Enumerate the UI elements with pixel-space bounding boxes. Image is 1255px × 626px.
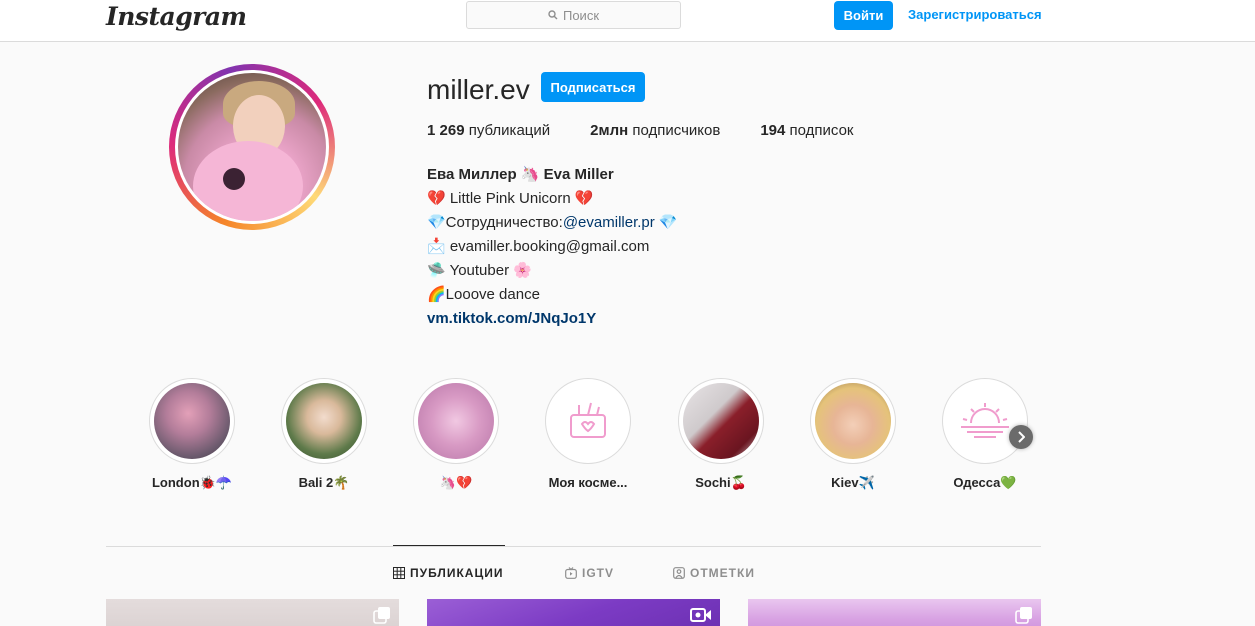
follow-button[interactable]: Подписаться <box>541 72 645 102</box>
story-highlight[interactable]: Bali 2🌴 <box>281 378 367 491</box>
story-highlight[interactable]: 🦄💔 <box>413 378 499 491</box>
highlight-label: Одесса💚 <box>953 475 1017 490</box>
tab-tagged[interactable]: ОТМЕТКИ <box>673 566 755 580</box>
carousel-icon <box>373 607 390 624</box>
full-name: Ева Миллер 🦄 Eva Miller <box>427 166 614 183</box>
mention-link[interactable]: @evamiller.pr <box>563 214 655 231</box>
bio-line: 🌈Looove dance <box>427 286 540 303</box>
avatar-photo <box>178 73 326 221</box>
top-navigation-bar: Instagram Поиск Войти Зарегистрироваться <box>0 0 1255 42</box>
posts-count: 1 269 публикаций <box>427 122 551 139</box>
search-input[interactable]: Поиск <box>466 1 681 29</box>
login-button[interactable]: Войти <box>834 1 893 30</box>
search-placeholder: Поиск <box>562 7 600 23</box>
profile-bio: Ева Миллер 🦄 Eva Miller 💔 Little Pink Un… <box>427 163 678 331</box>
highlight-label: London🐞☂️ <box>151 475 233 490</box>
active-tab-indicator <box>393 545 505 546</box>
highlight-label: Kiev✈️ <box>831 475 875 490</box>
search-icon <box>548 10 558 20</box>
external-link[interactable]: vm.tiktok.com/JNqJo1Y <box>427 307 678 331</box>
post-thumbnail[interactable] <box>748 599 1041 626</box>
bio-line: 💎Сотрудничество:@evamiller.pr 💎 <box>427 214 678 231</box>
bio-line: 💔 Little Pink Unicorn 💔 <box>427 190 594 207</box>
post-thumbnail[interactable] <box>427 599 720 626</box>
highlight-cover <box>286 383 362 459</box>
profile-username: miller.ev <box>427 74 530 105</box>
tab-posts[interactable]: ПУБЛИКАЦИИ <box>393 566 503 580</box>
next-highlights-button[interactable] <box>1009 425 1033 449</box>
highlight-cover <box>815 383 891 459</box>
tagged-icon <box>673 567 685 579</box>
igtv-icon <box>565 567 577 579</box>
highlight-cover <box>418 383 494 459</box>
story-highlight[interactable]: Kiev✈️ <box>810 378 896 491</box>
chevron-right-icon <box>1018 431 1025 443</box>
instagram-logo[interactable]: Instagram <box>106 2 247 31</box>
highlight-label: Моя косме... <box>548 475 628 490</box>
profile-avatar[interactable] <box>169 64 335 230</box>
highlight-label: 🦄💔 <box>439 475 473 490</box>
story-highlight[interactable]: Sochi🍒 <box>678 378 764 491</box>
followers-count[interactable]: 2млн подписчиков <box>590 122 720 139</box>
highlight-label: Bali 2🌴 <box>298 475 350 490</box>
tab-igtv[interactable]: IGTV <box>565 566 614 580</box>
highlight-cover <box>683 383 759 459</box>
video-icon <box>690 608 711 622</box>
grid-icon <box>393 567 405 579</box>
bio-line: 🛸 Youtuber 🌸 <box>427 262 532 279</box>
story-highlight[interactable]: Моя косме... <box>545 378 631 490</box>
highlight-cover <box>154 383 230 459</box>
carousel-icon <box>1015 607 1032 624</box>
following-count[interactable]: 194 подписок <box>760 122 853 139</box>
sunset-icon <box>947 383 1023 459</box>
tabs-divider <box>106 546 1041 547</box>
post-thumbnail[interactable] <box>106 599 399 626</box>
profile-stats: 1 269 публикаций 2млн подписчиков 194 по… <box>427 122 894 139</box>
story-highlight[interactable]: London🐞☂️ <box>149 378 235 491</box>
cosmetics-bag-icon <box>550 383 626 459</box>
highlight-label: Sochi🍒 <box>695 475 747 490</box>
register-link[interactable]: Зарегистрироваться <box>908 7 1042 22</box>
bio-line: 📩 evamiller.booking@gmail.com <box>427 238 650 255</box>
